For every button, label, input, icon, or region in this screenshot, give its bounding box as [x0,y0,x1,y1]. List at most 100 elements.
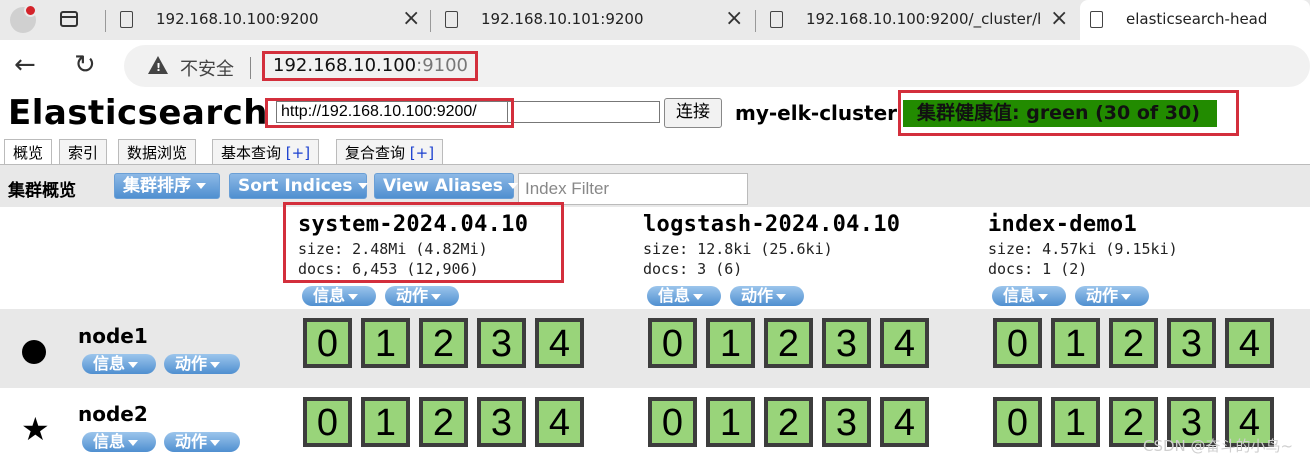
reload-icon[interactable]: ↻ [74,50,96,80]
tab-label: 概览 [13,144,44,162]
button-label: 动作 [175,432,208,451]
shard-box[interactable]: 0 [303,318,352,368]
overview-title: 集群概览 [8,181,76,201]
back-arrow-icon[interactable]: ← [14,50,36,80]
close-tab-icon[interactable]: × [1050,6,1068,31]
tab-overview[interactable]: 概览 [4,139,53,165]
page-icon [770,11,783,28]
browser-tab-2[interactable]: 192.168.10.101:9200 × [435,0,755,40]
shard-box[interactable]: 3 [477,318,526,368]
index-info-button[interactable]: 信息 [302,286,376,306]
tab-indices[interactable]: 索引 [59,139,108,164]
index-filter-input[interactable]: Index Filter [518,173,748,205]
shard-box[interactable]: 0 [648,318,697,368]
button-label: 动作 [396,286,429,305]
shard-box[interactable]: 1 [1051,318,1100,368]
shard-box[interactable]: 4 [535,397,584,447]
shard-box[interactable]: 4 [535,318,584,368]
node-action-button[interactable]: 动作 [164,432,240,452]
shard-box[interactable]: 2 [419,318,468,368]
shard-box[interactable]: 3 [822,318,871,368]
index-action-button[interactable]: 动作 [1075,286,1149,306]
button-label: 动作 [1086,286,1119,305]
button-label: 信息 [1003,286,1036,305]
index-action-button[interactable]: 动作 [385,286,459,306]
tab-basic-query[interactable]: 基本查询 [+] [212,139,320,164]
tab-label: 复合查询 [345,144,406,162]
shard-box[interactable]: 4 [1225,318,1274,368]
shard-box[interactable]: 0 [993,318,1042,368]
shard-box[interactable]: 3 [477,397,526,447]
shard-box[interactable]: 4 [880,397,929,447]
shard-box[interactable]: 1 [706,397,755,447]
chevron-down-icon [776,293,787,300]
button-label: 信息 [93,354,126,373]
shard-box[interactable]: 2 [1109,318,1158,368]
index-highlight-box [283,202,564,283]
shard-box[interactable]: 1 [706,318,755,368]
tab-divider [430,10,431,32]
cluster-sort-button[interactable]: 集群排序 [114,173,220,199]
master-dot-icon [22,340,46,364]
warning-mark: ! [156,61,162,74]
shard-box[interactable]: 2 [764,397,813,447]
page-icon [120,11,133,28]
url-divider [250,57,251,79]
index-action-button[interactable]: 动作 [730,286,804,306]
page-icon [1090,11,1103,28]
shard-box[interactable]: 0 [648,397,697,447]
index-info-button[interactable]: 信息 [992,286,1066,306]
browser-tab-4-active[interactable]: elasticsearch-head [1080,0,1310,40]
connect-url-input-extension[interactable] [508,101,660,123]
tab-data-browse[interactable]: 数据浏览 [118,139,197,164]
security-label[interactable]: 不安全 [180,55,234,81]
button-label: 信息 [93,432,126,451]
url-port: :9100 [416,55,469,76]
sort-indices-button[interactable]: Sort Indices [229,173,368,199]
close-tab-icon[interactable]: × [402,6,420,31]
chevron-down-icon [210,361,221,368]
close-tab-icon[interactable]: × [725,6,743,31]
chevron-down-icon [210,439,221,446]
shard-box[interactable]: 2 [419,397,468,447]
browser-tab-1[interactable]: 192.168.10.100:9200 × [110,0,430,40]
tab-actions-icon[interactable] [60,11,78,27]
url-text[interactable]: 192.168.10.100:9100 [273,55,468,76]
node-action-button[interactable]: 动作 [164,354,240,374]
index-info-button[interactable]: 信息 [647,286,721,306]
shard-box[interactable]: 1 [1051,397,1100,447]
connect-url-highlight-box [265,98,514,128]
shard-box[interactable]: 3 [1167,318,1216,368]
node-info-button[interactable]: 信息 [82,354,156,374]
tab-divider [755,10,756,32]
tab-compound-query[interactable]: 复合查询 [+] [336,139,444,164]
shard-box[interactable]: 2 [764,318,813,368]
button-label: 信息 [658,286,691,305]
app-title: Elasticsearch [8,93,268,133]
index-docs: docs: 1 (2) [988,260,1088,278]
tab-title: 192.168.10.100:9200 [156,10,319,28]
node-info-button[interactable]: 信息 [82,432,156,452]
view-aliases-button[interactable]: View Aliases [374,173,518,199]
star-icon: ★ [21,410,50,448]
browser-tab-3[interactable]: 192.168.10.100:9200/_cluster/hea × [760,0,1075,40]
node-name: node1 [78,324,148,348]
shard-box[interactable]: 3 [822,397,871,447]
connect-button[interactable]: 连接 [664,98,722,128]
shard-box[interactable]: 1 [361,318,410,368]
chevron-down-icon [196,183,206,189]
chevron-down-icon [1121,293,1132,300]
shard-box[interactable]: 0 [303,397,352,447]
button-label: 信息 [313,286,346,305]
shard-box[interactable]: 1 [361,397,410,447]
button-label: Sort Indices [238,176,353,196]
button-label: 集群排序 [123,176,191,196]
tab-title: 192.168.10.101:9200 [481,10,644,28]
cluster-name: my-elk-cluster [735,101,898,125]
tab-divider [105,10,106,32]
shard-box[interactable]: 4 [880,318,929,368]
page-icon [445,11,458,28]
chevron-down-icon [128,361,139,368]
shard-box[interactable]: 0 [993,397,1042,447]
tab-label: 索引 [68,144,99,162]
